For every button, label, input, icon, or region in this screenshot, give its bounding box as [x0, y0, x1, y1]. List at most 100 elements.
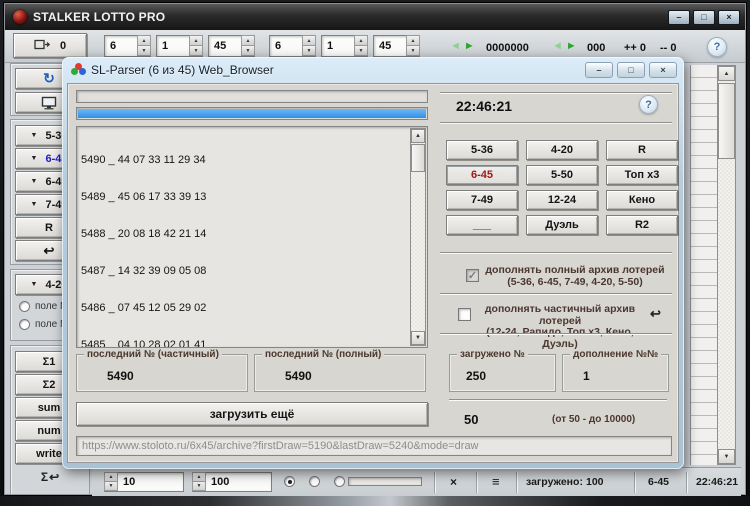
game-button-duel[interactable]: Дуэль [526, 215, 598, 235]
scroll-down-icon[interactable]: ▼ [718, 449, 735, 464]
spinner-max-2[interactable]: 45 ▲▼ [373, 35, 420, 57]
addition-value: 1 [563, 369, 668, 383]
loaded-value: 250 [450, 369, 555, 383]
game-button-645-active[interactable]: 6-45 [446, 165, 518, 185]
divider [476, 472, 478, 493]
game-button-749[interactable]: 7-49 [446, 190, 518, 210]
spinner-count-2[interactable]: 6 ▲▼ [269, 35, 316, 57]
scroll-up-icon[interactable]: ▲ [411, 129, 425, 143]
dialog-window-controls: – □ × [585, 62, 677, 78]
game-button-420[interactable]: 4-20 [526, 140, 598, 160]
dialog-close-button[interactable]: × [649, 62, 677, 78]
divider [440, 293, 672, 295]
maximize-button[interactable]: □ [693, 10, 715, 25]
spinner-max-1[interactable]: 45 ▲▼ [208, 35, 255, 57]
send-count-box[interactable]: 0 [13, 33, 87, 58]
status-x-button[interactable]: × [450, 475, 457, 489]
game-button-top3[interactable]: Топ x3 [606, 165, 678, 185]
partial-archive-label-line2: (12-24, Рапидо, Топ x3, Кено, Дуэль) [474, 327, 646, 350]
status-radio-1[interactable] [284, 476, 295, 487]
game-button-536[interactable]: 5-36 [446, 140, 518, 160]
spinner-value: 45 [374, 36, 406, 56]
progress-fill [78, 109, 426, 118]
list-item[interactable]: 5489 _ 45 06 17 33 39 13 [81, 191, 407, 203]
main-vertical-scrollbar[interactable]: ▲ ▼ [717, 65, 736, 465]
spinner-min-1[interactable]: 1 ▲▼ [156, 35, 203, 57]
status-radio-3[interactable] [334, 476, 345, 487]
chevron-down-icon: ▼ [31, 155, 38, 162]
spinner-down-icon[interactable]: ▼ [406, 45, 420, 56]
close-button[interactable]: × [718, 10, 740, 25]
game-button-r[interactable]: R [606, 140, 678, 160]
spinner-down-icon[interactable]: ▼ [354, 45, 368, 56]
game-button-1224[interactable]: 12-24 [526, 190, 598, 210]
spinner-down-icon[interactable]: ▼ [192, 481, 206, 491]
list-item[interactable]: 5488 _ 20 08 18 42 21 14 [81, 228, 407, 240]
sigma-return-button[interactable]: Σ↩ [11, 470, 89, 484]
status-time: 22:46:21 [696, 476, 738, 488]
game-button-keno[interactable]: Кено [606, 190, 678, 210]
send-count-value: 0 [60, 40, 66, 52]
spinner-min-2[interactable]: 1 ▲▼ [321, 35, 368, 57]
dialog-minimize-button[interactable]: – [585, 62, 613, 78]
divider [440, 252, 672, 254]
list-item[interactable]: 5490 _ 44 07 33 11 29 34 [81, 154, 407, 166]
status-radio-2[interactable] [309, 476, 320, 487]
spinner-down-icon[interactable]: ▼ [137, 45, 151, 56]
dialog-client: 22:46:21 ? 5490 _ 44 07 33 11 29 34 5489… [67, 83, 679, 463]
data-grid-edge [690, 65, 717, 465]
spinner-arrows: ▲▼ [189, 36, 202, 56]
progressbar-loading [76, 107, 428, 120]
minimize-button[interactable]: – [668, 10, 690, 25]
addition-label: дополнение №№ [570, 349, 661, 360]
status-spinner-100[interactable]: 100 ▲▼ [192, 472, 272, 492]
spinner-down-icon[interactable]: ▼ [302, 45, 316, 56]
full-archive-label-line1: дополнять полный архив лотерей [482, 265, 668, 277]
toolbar-help-button[interactable]: ? [707, 37, 727, 57]
chevron-down-icon: ▼ [31, 132, 38, 139]
arrow-right-icon[interactable]: ► [566, 40, 577, 52]
arrow-left-icon[interactable]: ◄ [450, 40, 461, 52]
load-more-button[interactable]: загрузить ещё [76, 402, 428, 426]
return-button[interactable]: ↩ [650, 306, 661, 322]
list-scrollbar[interactable]: ▲ ▼ [410, 128, 426, 346]
scroll-up-icon[interactable]: ▲ [718, 66, 735, 81]
last-partial-value: 5490 [77, 369, 247, 383]
dialog-help-button[interactable]: ? [639, 95, 658, 114]
write-label: write [36, 448, 62, 460]
scroll-thumb[interactable] [718, 83, 735, 159]
game-button-r2[interactable]: R2 [606, 215, 678, 235]
loaded-group: загружено № 250 [449, 354, 556, 392]
arrow-right-icon[interactable]: ► [464, 40, 475, 52]
scroll-thumb[interactable] [411, 144, 425, 172]
game-button-blank[interactable]: ___ [446, 215, 518, 235]
progressbar-track [76, 90, 428, 103]
arrow-left-icon[interactable]: ◄ [552, 40, 563, 52]
dialog-title: SL-Parser (6 из 45) Web_Browser [91, 63, 274, 77]
url-field[interactable]: https://www.stoloto.ru/6x45/archive?firs… [76, 436, 672, 456]
draw-list[interactable]: 5490 _ 44 07 33 11 29 34 5489 _ 45 06 17… [76, 126, 428, 348]
spinner-value: 1 [157, 36, 189, 56]
chevron-down-icon: ▼ [31, 281, 38, 288]
screen: { "icons": { "up": "▲", "down": "▼", "dr… [0, 0, 750, 506]
spinner-count-1[interactable]: 6 ▲▼ [104, 35, 151, 57]
list-icon[interactable]: ≡ [492, 474, 500, 489]
spinner-down-icon[interactable]: ▼ [104, 481, 118, 491]
main-titlebar: STALKER LOTTO PRO – □ × [5, 4, 745, 30]
list-item[interactable]: 5486 _ 07 45 12 05 29 02 [81, 302, 407, 314]
partial-archive-checkbox[interactable] [458, 308, 471, 321]
list-item[interactable]: 5485 _ 04 10 28 02 01 41 [81, 339, 407, 348]
spinner-arrows: ▲▼ [406, 36, 419, 56]
dialog-time: 22:46:21 [456, 98, 512, 114]
spinner-down-icon[interactable]: ▼ [189, 45, 203, 56]
game-button-550[interactable]: 5-50 [526, 165, 598, 185]
spinner-down-icon[interactable]: ▼ [241, 45, 255, 56]
status-game: 6-45 [648, 476, 669, 488]
list-item[interactable]: 5487 _ 14 32 39 09 05 08 [81, 265, 407, 277]
status-spinner-10[interactable]: 10 ▲▼ [104, 472, 184, 492]
dialog-maximize-button[interactable]: □ [617, 62, 645, 78]
statusbar: 10 ▲▼ 100 ▲▼ × ≡ загружено: 100 6-45 22:… [92, 467, 741, 496]
scroll-down-icon[interactable]: ▼ [411, 331, 425, 345]
full-archive-checkbox[interactable]: ✓ [466, 269, 479, 282]
draw-list-rows: 5490 _ 44 07 33 11 29 34 5489 _ 45 06 17… [81, 129, 407, 347]
